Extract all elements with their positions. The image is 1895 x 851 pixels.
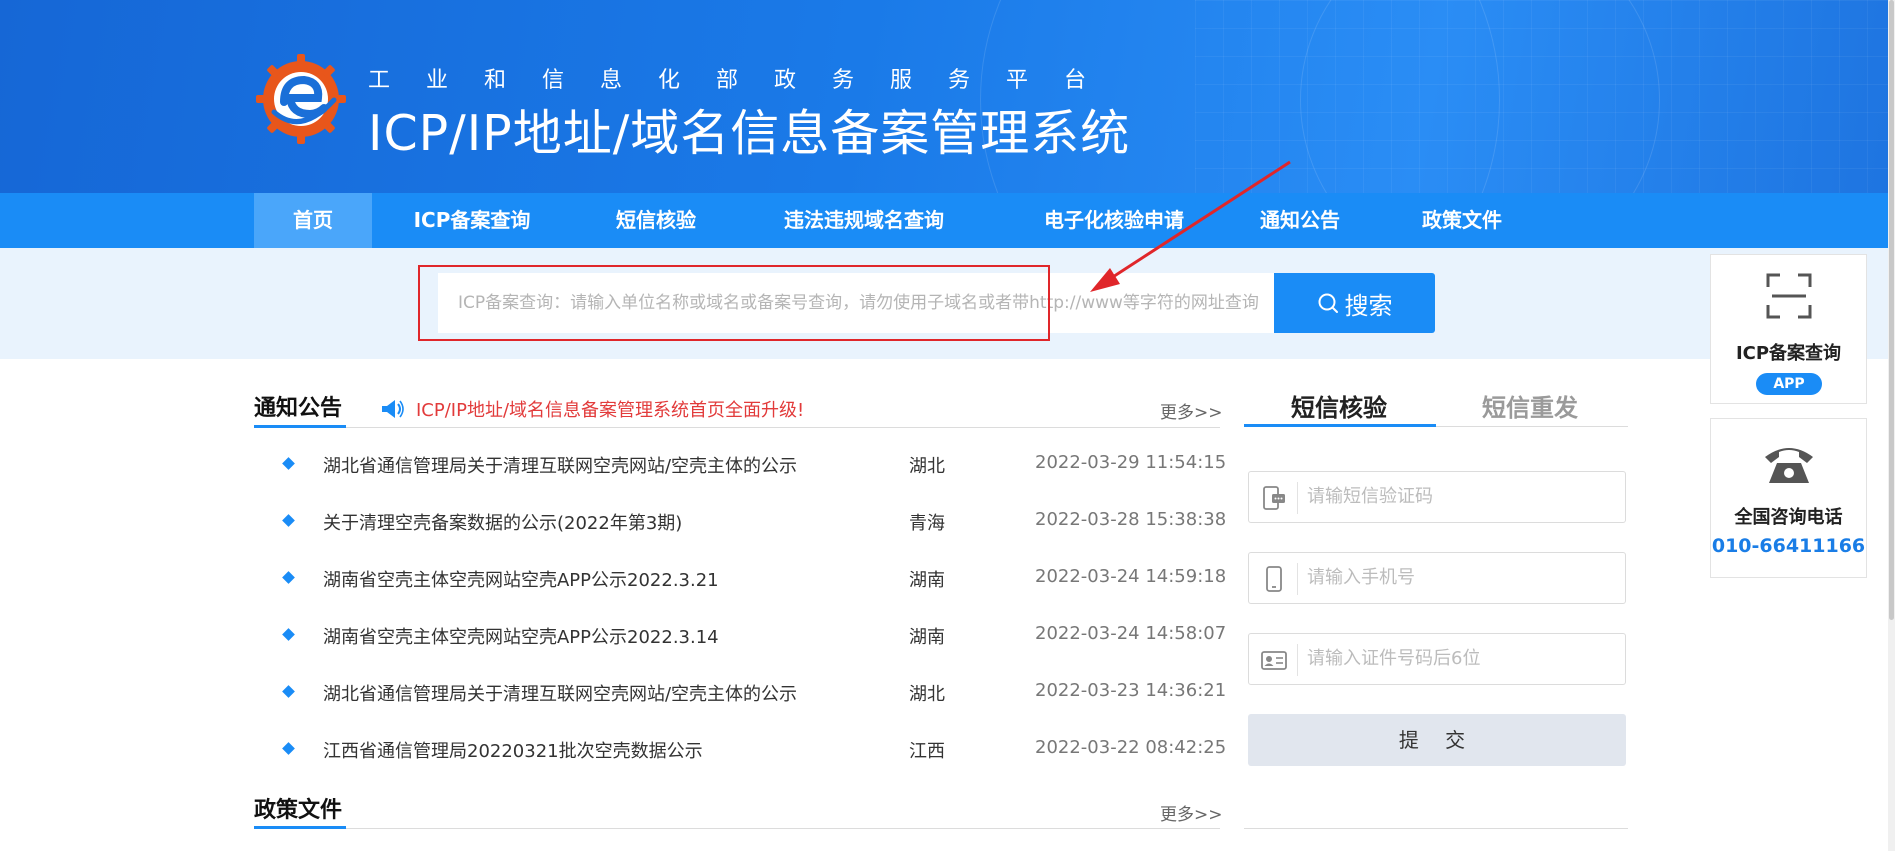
nav-item-illegal-domain[interactable]: 违法违规域名查询	[766, 193, 962, 248]
notice-region: 湖南	[909, 570, 945, 591]
page-title: ICP/IP地址/域名信息备案管理系统	[368, 105, 1131, 162]
bullet-icon	[282, 628, 295, 641]
field-separator	[1297, 563, 1298, 595]
app-badge: APP	[1756, 373, 1822, 395]
notice-region: 江西	[909, 741, 945, 762]
policy-divider	[346, 828, 1220, 829]
icp-app-card[interactable]: ICP备案查询 APP	[1710, 254, 1867, 404]
notices-title: 通知公告	[254, 396, 343, 421]
hotline-title: 全国咨询电话	[1734, 507, 1843, 528]
policy-title-underline	[254, 826, 346, 829]
bullet-icon	[282, 457, 295, 470]
megaphone-icon	[382, 400, 404, 418]
red-arrow-annotation	[1090, 160, 1291, 292]
notice-time: 2022-03-28 15:38:38	[1035, 509, 1227, 530]
notice-region: 青海	[909, 513, 945, 534]
hotline-card: 全国咨询电话 010-66411166	[1710, 418, 1867, 578]
bullet-icon	[282, 742, 295, 755]
notice-title[interactable]: 湖南省空壳主体空壳网站空壳APP公示2022.3.14	[323, 623, 719, 649]
phone-field[interactable]: 请输入手机号	[1248, 552, 1626, 604]
tab-divider	[1436, 426, 1628, 427]
submit-button[interactable]: 提 交	[1248, 714, 1626, 766]
scan-icon	[1766, 273, 1812, 319]
notice-row[interactable]: 江西省通信管理局20220321批次空壳数据公示 江西 2022-03-22 0…	[280, 734, 1226, 764]
header-banner: 工业和信息化部政务服务平台 ICP/IP地址/域名信息备案管理系统	[0, 0, 1895, 193]
tab-sms-verify[interactable]: 短信核验	[1291, 388, 1387, 423]
nav-item-icp-query[interactable]: ICP备案查询	[396, 193, 548, 248]
notices-more-link[interactable]: 更多>>	[1160, 398, 1223, 423]
main-nav: 首页 ICP备案查询 短信核验 违法违规域名查询 电子化核验申请 通知公告 政策…	[0, 193, 1895, 248]
notice-region: 湖南	[909, 627, 945, 648]
ticker-text: ICP/IP地址/域名信息备案管理系统首页全面升级!	[416, 400, 805, 421]
sms-bottom-divider	[1244, 828, 1628, 829]
notice-region: 湖北	[909, 456, 945, 477]
hotline-number: 010-66411166	[1711, 535, 1866, 557]
sms-code-placeholder: 请输短信验证码	[1307, 486, 1433, 507]
field-separator	[1297, 644, 1298, 676]
notice-title[interactable]: 湖南省空壳主体空壳网站空壳APP公示2022.3.21	[323, 566, 719, 592]
nav-item-sms-verify[interactable]: 短信核验	[596, 193, 716, 248]
telephone-icon	[1765, 448, 1813, 483]
notice-row[interactable]: 关于清理空壳备案数据的公示(2022年第3期) 青海 2022-03-28 15…	[280, 506, 1226, 536]
sms-icon	[1263, 486, 1285, 510]
scrollbar-thumb[interactable]	[1889, 0, 1894, 620]
highlight-box-annotation	[418, 265, 1050, 341]
phone-placeholder: 请输入手机号	[1307, 567, 1415, 588]
policy-title: 政策文件	[254, 798, 343, 823]
notices-title-underline	[254, 425, 346, 428]
tab-active-underline	[1244, 424, 1436, 427]
notice-row[interactable]: 湖南省空壳主体空壳网站空壳APP公示2022.3.21 湖南 2022-03-2…	[280, 563, 1226, 593]
search-icon	[1318, 293, 1338, 313]
policy-more-link[interactable]: 更多>>	[1160, 800, 1223, 825]
tab-sms-resend[interactable]: 短信重发	[1482, 388, 1578, 423]
nav-item-policy[interactable]: 政策文件	[1410, 193, 1514, 248]
mobile-phone-icon	[1266, 566, 1282, 592]
banner-circle-decoration	[1300, 0, 1660, 193]
notice-row[interactable]: 湖北省通信管理局关于清理互联网空壳网站/空壳主体的公示 湖北 2022-03-2…	[280, 677, 1226, 707]
notice-title[interactable]: 湖北省通信管理局关于清理互联网空壳网站/空壳主体的公示	[323, 680, 797, 706]
app-card-title: ICP备案查询	[1735, 343, 1842, 364]
bullet-icon	[282, 514, 295, 527]
notice-time: 2022-03-29 11:54:15	[1035, 452, 1227, 473]
bullet-icon	[282, 685, 295, 698]
search-button-label: 搜索	[1344, 291, 1393, 320]
notice-time: 2022-03-22 08:42:25	[1035, 737, 1227, 758]
notice-row[interactable]: 湖南省空壳主体空壳网站空壳APP公示2022.3.14 湖南 2022-03-2…	[280, 620, 1226, 650]
nav-item-home[interactable]: 首页	[254, 193, 372, 248]
id-number-placeholder: 请输入证件号码后6位	[1307, 648, 1481, 669]
notice-time: 2022-03-24 14:59:18	[1035, 566, 1227, 587]
id-card-icon	[1261, 651, 1287, 670]
notice-ticker[interactable]: ICP/IP地址/域名信息备案管理系统首页全面升级!	[380, 396, 804, 422]
notice-title[interactable]: 江西省通信管理局20220321批次空壳数据公示	[323, 737, 703, 763]
notice-title[interactable]: 关于清理空壳备案数据的公示(2022年第3期)	[323, 509, 682, 535]
notice-row[interactable]: 湖北省通信管理局关于清理互联网空壳网站/空壳主体的公示 湖北 2022-03-2…	[280, 449, 1226, 479]
notice-region: 湖北	[909, 684, 945, 705]
id-number-field[interactable]: 请输入证件号码后6位	[1248, 633, 1626, 685]
field-separator	[1297, 482, 1298, 514]
miit-logo-icon	[256, 54, 346, 144]
notice-title[interactable]: 湖北省通信管理局关于清理互联网空壳网站/空壳主体的公示	[323, 452, 797, 478]
banner-subtitle: 工业和信息化部政务服务平台	[368, 68, 1123, 93]
notice-time: 2022-03-23 14:36:21	[1035, 680, 1227, 701]
notice-time: 2022-03-24 14:58:07	[1035, 623, 1227, 644]
sms-code-field[interactable]: 请输短信验证码	[1248, 471, 1626, 523]
notices-divider	[346, 427, 1220, 428]
bullet-icon	[282, 571, 295, 584]
